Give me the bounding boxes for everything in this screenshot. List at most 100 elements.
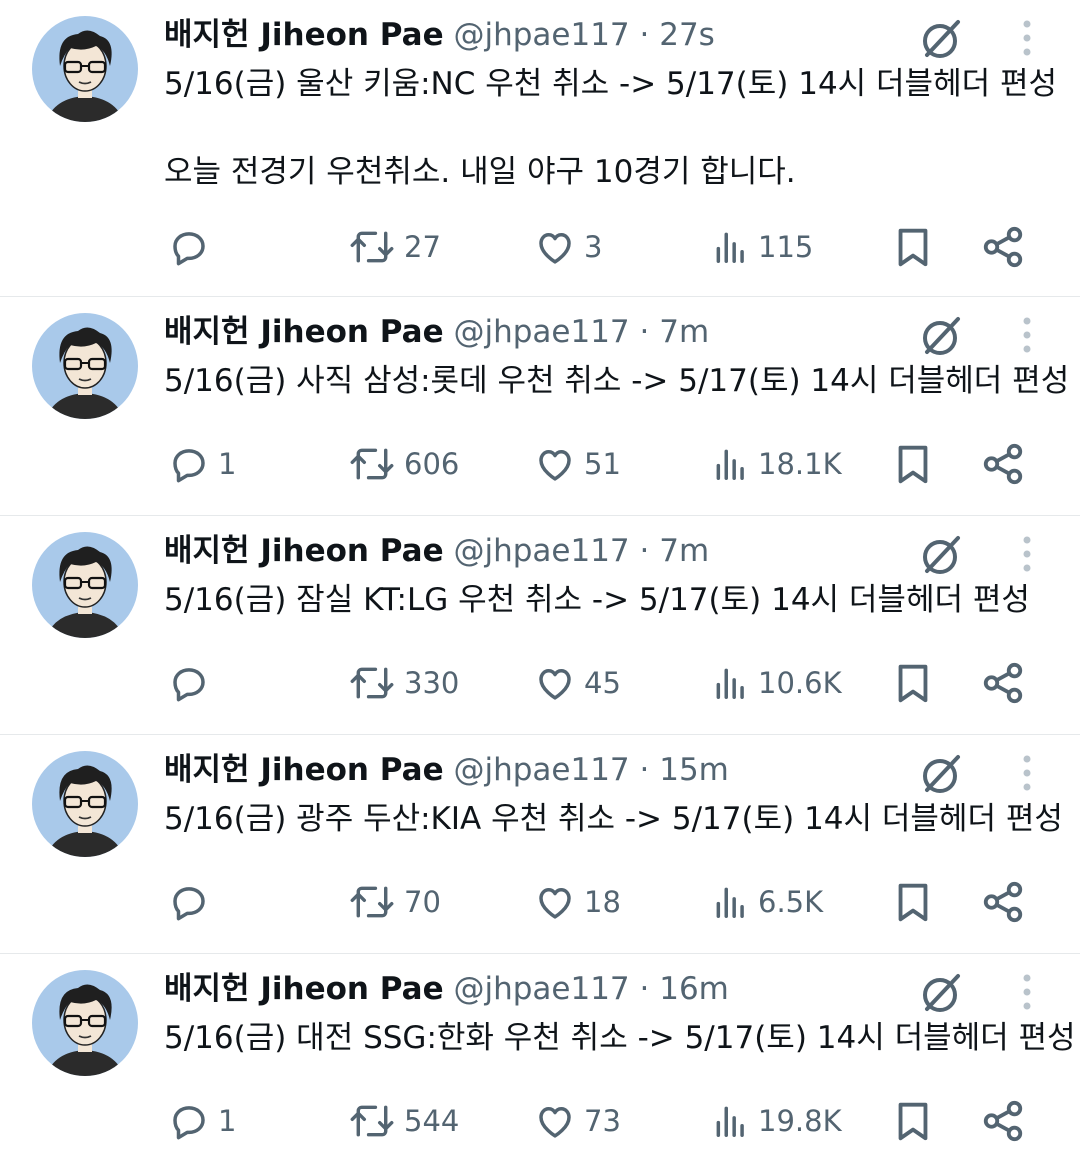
retweet-count: 70 [404, 885, 441, 919]
tweet-text-line: 5/16(금) 울산 키움:NC 우천 취소 -> 5/17(토) 14시 더블… [164, 66, 1058, 102]
more-icon[interactable] [1010, 751, 1044, 797]
tweet[interactable]: 배지헌 Jiheon Pae @jhpae117 · 15m 5/16(금) 광… [0, 735, 1080, 954]
like-button[interactable]: 51 [534, 439, 621, 489]
separator-dot: · [639, 17, 650, 53]
views-button[interactable]: 10.6K [712, 658, 842, 708]
timestamp[interactable]: 7m [659, 314, 709, 350]
like-count: 51 [584, 447, 621, 481]
reply-button[interactable] [168, 222, 218, 272]
share-button[interactable] [980, 658, 1026, 708]
action-bar: 1 544 73 19.8K [0, 1096, 1080, 1146]
share-button[interactable] [980, 439, 1026, 489]
views-icon [716, 1106, 744, 1137]
share-button[interactable] [980, 1096, 1026, 1146]
grok-icon[interactable] [918, 16, 964, 62]
like-button[interactable]: 73 [534, 1096, 621, 1146]
separator-dot: · [639, 971, 650, 1007]
retweet-button[interactable]: 70 [348, 877, 441, 927]
grok-icon[interactable] [918, 751, 964, 797]
reply-button[interactable] [168, 877, 218, 927]
reply-button[interactable]: 1 [168, 1096, 236, 1146]
timestamp[interactable]: 15m [659, 752, 729, 788]
reply-button[interactable] [168, 658, 218, 708]
tweet-text-line: 오늘 전경기 우천취소. 내일 야구 10경기 합니다. [164, 154, 796, 190]
bookmark-button[interactable] [890, 877, 936, 927]
timestamp[interactable]: 16m [659, 971, 729, 1007]
views-icon [716, 449, 744, 480]
bookmark-button[interactable] [890, 658, 936, 708]
retweet-button[interactable]: 27 [348, 222, 441, 272]
grok-icon[interactable] [918, 313, 964, 359]
author-name[interactable]: 배지헌 Jiheon Pae [164, 533, 444, 569]
tweet[interactable]: 배지헌 Jiheon Pae @jhpae117 · 7m 5/16(금) 사직… [0, 297, 1080, 516]
avatar[interactable] [32, 970, 138, 1076]
like-icon [539, 669, 571, 700]
retweet-icon [350, 667, 394, 699]
more-icon[interactable] [1010, 16, 1044, 62]
retweet-button[interactable]: 544 [348, 1096, 459, 1146]
like-button[interactable]: 3 [534, 222, 602, 272]
retweet-button[interactable]: 330 [348, 658, 459, 708]
like-button[interactable]: 18 [534, 877, 621, 927]
retweet-count: 330 [404, 666, 460, 700]
like-icon [539, 450, 571, 481]
share-button[interactable] [980, 877, 1026, 927]
views-button[interactable]: 115 [712, 222, 813, 272]
avatar[interactable] [32, 532, 138, 638]
tweet[interactable]: 배지헌 Jiheon Pae @jhpae117 · 16m 5/16(금) 대… [0, 954, 1080, 1173]
reply-icon [173, 449, 205, 483]
author-name[interactable]: 배지헌 Jiheon Pae [164, 314, 444, 350]
reply-icon [173, 1106, 205, 1140]
tweet-text-line: 5/16(금) 잠실 KT:LG 우천 취소 -> 5/17(토) 14시 더블… [164, 582, 1030, 618]
views-count: 6.5K [758, 885, 824, 919]
author-name[interactable]: 배지헌 Jiheon Pae [164, 971, 444, 1007]
author-handle[interactable]: @jhpae117 [453, 752, 629, 788]
author-handle[interactable]: @jhpae117 [453, 17, 629, 53]
bookmark-button[interactable] [890, 1096, 936, 1146]
more-icon[interactable] [1010, 970, 1044, 1016]
tweet[interactable]: 배지헌 Jiheon Pae @jhpae117 · 7m 5/16(금) 잠실… [0, 516, 1080, 735]
timestamp[interactable]: 7m [659, 533, 709, 569]
author-handle[interactable]: @jhpae117 [453, 314, 629, 350]
retweet-count: 606 [404, 447, 460, 481]
tweet-text-line: 5/16(금) 사직 삼성:롯데 우천 취소 -> 5/17(토) 14시 더블… [164, 363, 1070, 399]
author-handle[interactable]: @jhpae117 [453, 971, 629, 1007]
reply-icon [173, 887, 205, 921]
more-icon[interactable] [1010, 313, 1044, 359]
tweet-header: 배지헌 Jiheon Pae @jhpae117 · 7m [164, 530, 709, 572]
tweet-header: 배지헌 Jiheon Pae @jhpae117 · 16m [164, 968, 729, 1010]
tweet-text: 5/16(금) 울산 키움:NC 우천 취소 -> 5/17(토) 14시 더블… [164, 62, 1057, 194]
bookmark-icon [898, 664, 928, 703]
views-button[interactable]: 6.5K [712, 877, 823, 927]
author-name[interactable]: 배지헌 Jiheon Pae [164, 17, 444, 53]
author-name[interactable]: 배지헌 Jiheon Pae [164, 752, 444, 788]
more-icon[interactable] [1010, 532, 1044, 578]
like-count: 18 [584, 885, 621, 919]
retweet-icon [350, 886, 394, 918]
views-button[interactable]: 19.8K [712, 1096, 842, 1146]
views-button[interactable]: 18.1K [712, 439, 842, 489]
retweet-button[interactable]: 606 [348, 439, 459, 489]
tweet[interactable]: 배지헌 Jiheon Pae @jhpae117 · 27s 5/16(금) 울… [0, 0, 1080, 297]
views-icon [716, 232, 744, 263]
like-button[interactable]: 45 [534, 658, 621, 708]
grok-icon[interactable] [918, 532, 964, 578]
bookmark-button[interactable] [890, 222, 936, 272]
reply-count: 1 [218, 1104, 237, 1138]
bookmark-icon [898, 445, 928, 484]
bookmark-button[interactable] [890, 439, 936, 489]
tweet-header: 배지헌 Jiheon Pae @jhpae117 · 7m [164, 311, 709, 353]
avatar[interactable] [32, 16, 138, 122]
tweet-text: 5/16(금) 대전 SSG:한화 우천 취소 -> 5/17(토) 14시 더… [164, 1016, 1076, 1060]
avatar[interactable] [32, 751, 138, 857]
like-count: 73 [584, 1104, 621, 1138]
author-handle[interactable]: @jhpae117 [453, 533, 629, 569]
grok-icon[interactable] [918, 970, 964, 1016]
bookmark-icon [898, 1102, 928, 1141]
avatar[interactable] [32, 313, 138, 419]
share-button[interactable] [980, 222, 1026, 272]
timestamp[interactable]: 27s [659, 17, 715, 53]
reply-button[interactable]: 1 [168, 439, 236, 489]
action-bar: 27 3 115 [0, 222, 1080, 272]
views-icon [716, 887, 744, 918]
